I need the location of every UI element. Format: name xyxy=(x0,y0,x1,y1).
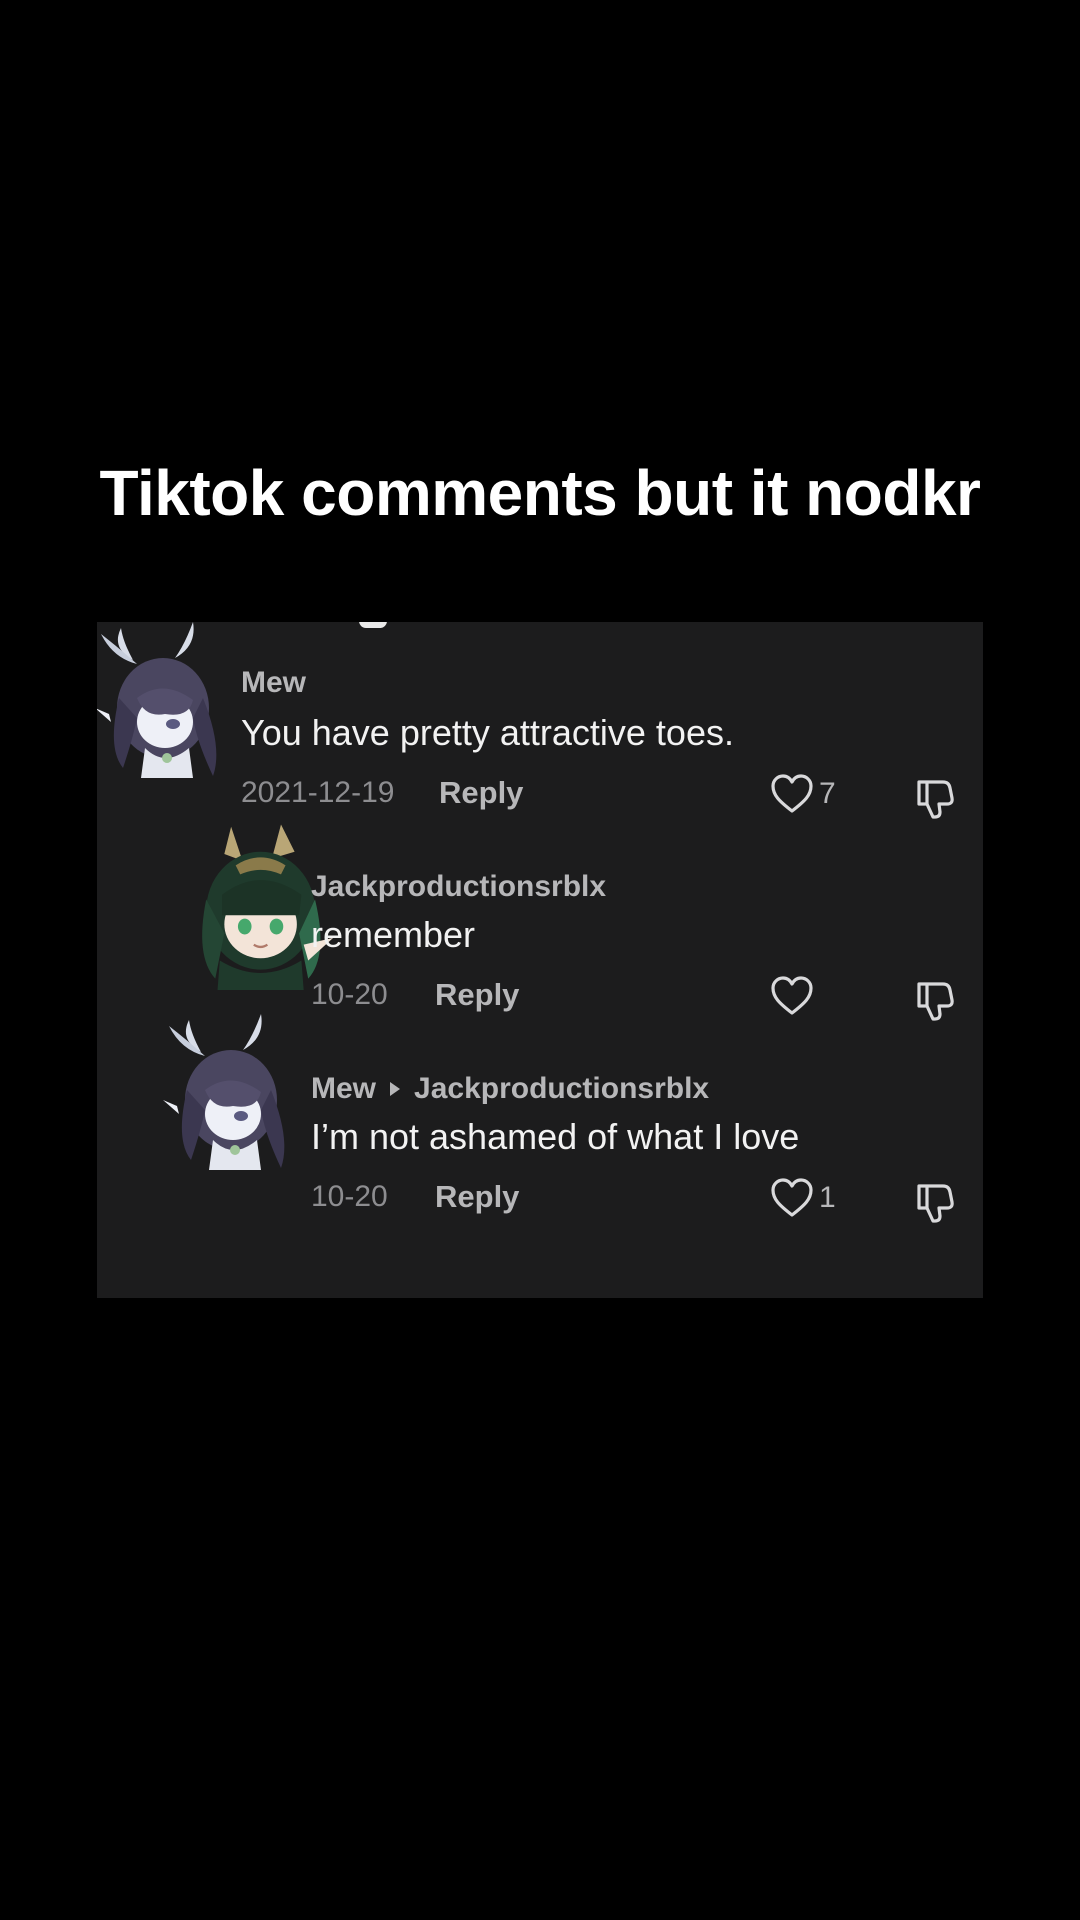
avatar[interactable] xyxy=(161,1010,311,1180)
heart-icon xyxy=(771,1178,813,1217)
comment-date: 10-20 xyxy=(311,978,388,1011)
comment-date: 10-20 xyxy=(311,1180,388,1213)
reply-to-username[interactable]: Jackproductionsrblx xyxy=(414,1072,709,1105)
comment-username[interactable]: Mew xyxy=(311,1072,376,1105)
comment-item: Mew Jackproductionsrblx I’m not ashamed o… xyxy=(97,1014,983,1223)
heart-icon xyxy=(771,976,813,1015)
dislike-icon[interactable] xyxy=(913,1178,959,1224)
like-button[interactable]: 1 xyxy=(769,1176,836,1220)
comment-username-line: Mew Jackproductionsrblx xyxy=(311,1072,709,1106)
reply-button[interactable]: Reply xyxy=(435,977,519,1013)
comment-text: You have pretty attractive toes. xyxy=(241,712,734,753)
dislike-icon[interactable] xyxy=(913,976,959,1022)
like-count: 1 xyxy=(819,1181,836,1214)
comment-text: remember xyxy=(311,914,476,955)
reply-button[interactable]: Reply xyxy=(435,1179,519,1215)
avatar[interactable] xyxy=(189,820,339,990)
heart-icon xyxy=(771,774,813,813)
comment-item: Jackproductionsrblx remember 10-20 Reply xyxy=(97,824,983,1021)
comment-item: Mew You have pretty attractive toes. 202… xyxy=(97,622,983,819)
comment-date: 2021-12-19 xyxy=(241,776,395,809)
comment-username[interactable]: Mew xyxy=(241,666,306,700)
reply-button[interactable]: Reply xyxy=(439,775,523,811)
dislike-icon[interactable] xyxy=(913,774,959,820)
comment-text: I’m not ashamed of what I love xyxy=(311,1116,800,1157)
comments-screenshot-panel: Mew You have pretty attractive toes. 202… xyxy=(97,622,983,1298)
like-count: 7 xyxy=(819,777,836,810)
video-caption: Tiktok comments but it nodkr xyxy=(99,457,981,529)
like-button[interactable]: 7 xyxy=(769,772,836,816)
like-button[interactable] xyxy=(769,974,819,1018)
comment-username[interactable]: Jackproductionsrblx xyxy=(311,870,606,904)
reply-arrow-icon xyxy=(390,1082,401,1096)
avatar[interactable] xyxy=(97,622,243,788)
